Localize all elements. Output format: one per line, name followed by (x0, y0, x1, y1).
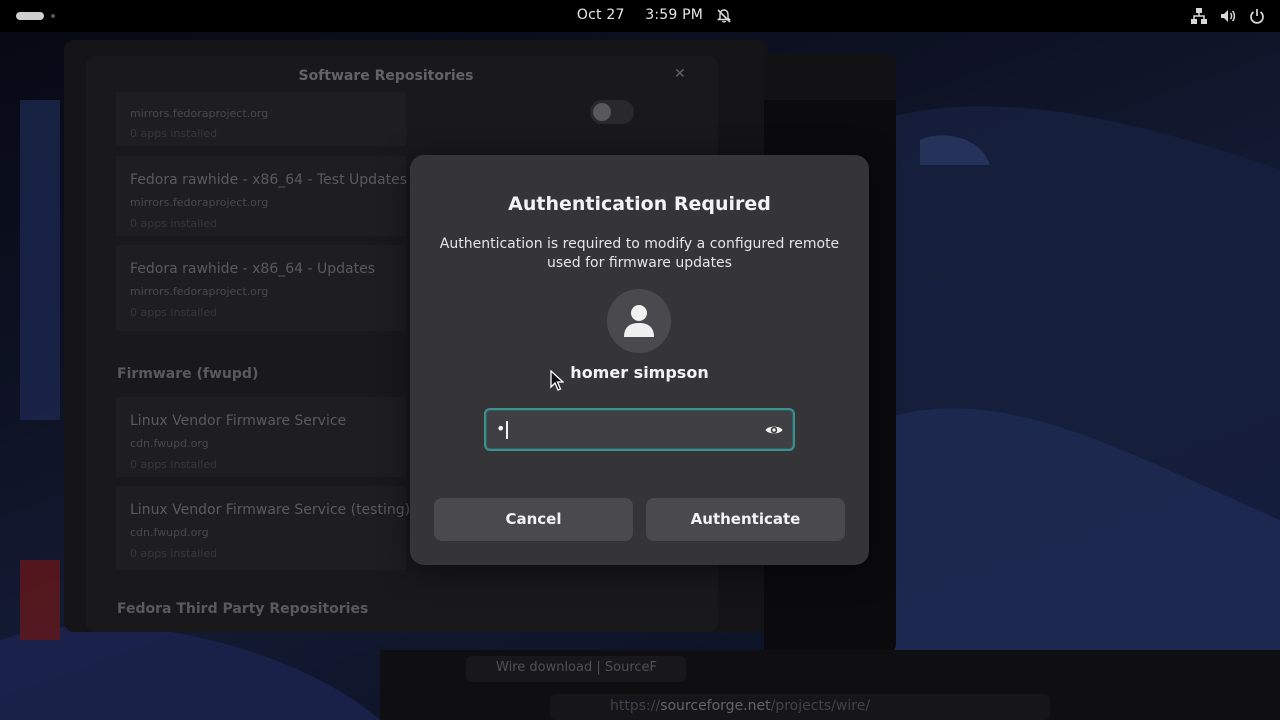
volume-icon (1221, 10, 1236, 22)
clock-time: 3:59 PM (645, 7, 704, 23)
desktop: Wire download | SourceF https://sourcefo… (0, 0, 1280, 720)
clock-date: Oct 27 (576, 7, 625, 23)
notifications-disabled-icon (716, 9, 732, 23)
authenticate-button[interactable]: Authenticate (646, 498, 845, 541)
auth-title: Authentication Required (508, 193, 771, 215)
clock[interactable]: Oct 27 3:59 PM (0, 7, 1280, 23)
power-icon (1250, 9, 1264, 24)
network-wired-icon (1191, 8, 1207, 24)
text-caret (506, 421, 508, 439)
user-name: homer simpson (570, 363, 709, 382)
system-tray[interactable] (1190, 7, 1266, 25)
user-icon (624, 305, 654, 337)
authentication-dialog: Authentication Required Authentication i… (410, 155, 869, 565)
auth-message: Authentication is required to modify a c… (439, 236, 840, 271)
show-password-icon[interactable] (764, 420, 784, 440)
password-input[interactable]: • (484, 408, 795, 451)
top-bar: Oct 27 3:59 PM (0, 0, 1280, 32)
mouse-pointer-icon (550, 370, 564, 391)
cancel-button[interactable]: Cancel (434, 498, 633, 541)
avatar (607, 289, 671, 353)
